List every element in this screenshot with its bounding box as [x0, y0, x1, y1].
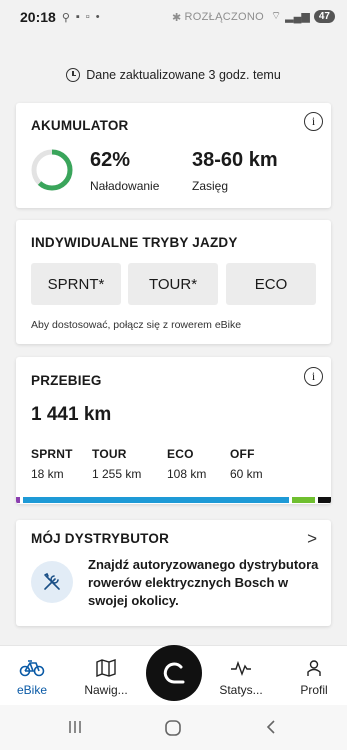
wifi-icon: ⌔: [270, 10, 282, 22]
mileage-stat-sprnt: SPRNT 18 km: [31, 447, 73, 481]
nav-item-statistics[interactable]: Statys...: [211, 646, 271, 706]
dealer-card-title: MÓJ DYSTRYBUTOR: [31, 531, 170, 546]
mileage-stat-value: 1 255 km: [92, 467, 142, 481]
nav-label-ebike: eBike: [16, 683, 48, 697]
charge-label: Naładowanie: [90, 179, 160, 193]
tools-icon: [31, 561, 73, 603]
dealer-card[interactable]: MÓJ DYSTRYBUTOR > Znajdź autoryzowanego …: [16, 520, 331, 626]
mode-button-eco[interactable]: ECO: [226, 263, 316, 305]
clock-icon: [66, 68, 81, 82]
back-button[interactable]: [262, 718, 280, 741]
mileage-stat-value: 60 km: [230, 467, 263, 481]
screen-notification-icon: ▫: [85, 11, 90, 23]
nav-item-navigation[interactable]: Nawig...: [76, 646, 136, 706]
bike-icon: [19, 659, 45, 679]
battery-gauge: [31, 149, 73, 191]
activity-icon: [230, 659, 252, 679]
range-label: Zasięg: [192, 179, 229, 193]
status-icons: ⌔ ▂▄▆ 47: [271, 9, 335, 23]
mileage-stat-label: SPRNT: [31, 447, 73, 461]
image-notification-icon: ▪: [75, 11, 80, 23]
nav-label-statistics: Statys...: [219, 683, 263, 697]
system-navigation-bar: [0, 705, 347, 750]
battery-level-badge: 47: [313, 9, 335, 23]
modes-connect-note: Aby dostosować, połącz się z rowerem eBi…: [31, 319, 242, 331]
more-notifications-icon: •: [95, 11, 100, 23]
mileage-card: PRZEBIEG i 1 441 km SPRNT 18 km TOUR 1 2…: [16, 357, 331, 504]
chevron-right-icon[interactable]: >: [307, 529, 317, 549]
battery-card-title: AKUMULATOR: [31, 118, 129, 133]
home-button[interactable]: [163, 718, 183, 743]
nav-item-profile[interactable]: Profil: [284, 646, 344, 706]
mileage-stat-value: 108 km: [167, 467, 207, 481]
mileage-bar-segment-off: [318, 497, 331, 503]
mileage-stat-eco: ECO 108 km: [167, 447, 206, 481]
mileage-bar-segment-sprnt: [16, 497, 20, 503]
signal-icon: ▂▄▆: [285, 10, 310, 23]
update-text: Dane zaktualizowane 3 godz. temu: [86, 68, 281, 82]
charge-value: 62%: [90, 149, 131, 171]
profile-icon: [305, 659, 323, 679]
mileage-card-title: PRZEBIEG: [31, 373, 102, 388]
mileage-stat-label: ECO: [167, 447, 194, 461]
nav-item-ebike[interactable]: eBike: [2, 646, 62, 706]
mileage-stat-label: OFF: [230, 447, 255, 461]
battery-card: AKUMULATOR i 62% Naładowanie 38-60 km Za…: [16, 103, 331, 208]
update-info: Dane zaktualizowane 3 godz. temu: [0, 68, 347, 82]
bike-notification-icon: ⚲: [61, 11, 70, 24]
mileage-bar-segment-eco: [292, 497, 316, 503]
bluetooth-icon: ✱: [172, 11, 182, 24]
mode-button-tour[interactable]: TOUR*: [128, 263, 218, 305]
dealer-description: Znajdź autoryzowanego dystrybutora rower…: [88, 557, 319, 608]
recent-apps-button[interactable]: [66, 718, 84, 741]
mileage-total: 1 441 km: [31, 404, 112, 425]
status-time: 20:18: [20, 9, 56, 25]
mode-button-sprnt[interactable]: SPRNT*: [31, 263, 121, 305]
map-icon: [95, 659, 117, 679]
mileage-stat-label: TOUR: [92, 447, 127, 461]
info-icon[interactable]: i: [304, 367, 323, 386]
ebike-connect-icon: [163, 662, 185, 684]
mileage-stat-tour: TOUR 1 255 km: [92, 447, 141, 481]
mileage-stat-value: 18 km: [31, 467, 64, 481]
info-icon[interactable]: i: [304, 112, 323, 131]
range-value: 38-60 km: [192, 149, 278, 171]
nav-label-profile: Profil: [300, 683, 328, 697]
connect-ebike-button[interactable]: [146, 645, 202, 701]
nav-label-navigation: Nawig...: [84, 683, 128, 697]
riding-modes-card: INDYWIDUALNE TRYBY JAZDY SPRNT* TOUR* EC…: [16, 220, 331, 344]
riding-modes-title: INDYWIDUALNE TRYBY JAZDY: [31, 235, 238, 250]
mileage-stat-off: OFF 60 km: [230, 447, 263, 481]
mileage-bar-segment-tour: [22, 497, 290, 503]
connection-status: ✱ ROZŁĄCZONO: [166, 8, 270, 26]
connection-status-text: ROZŁĄCZONO: [184, 11, 264, 23]
